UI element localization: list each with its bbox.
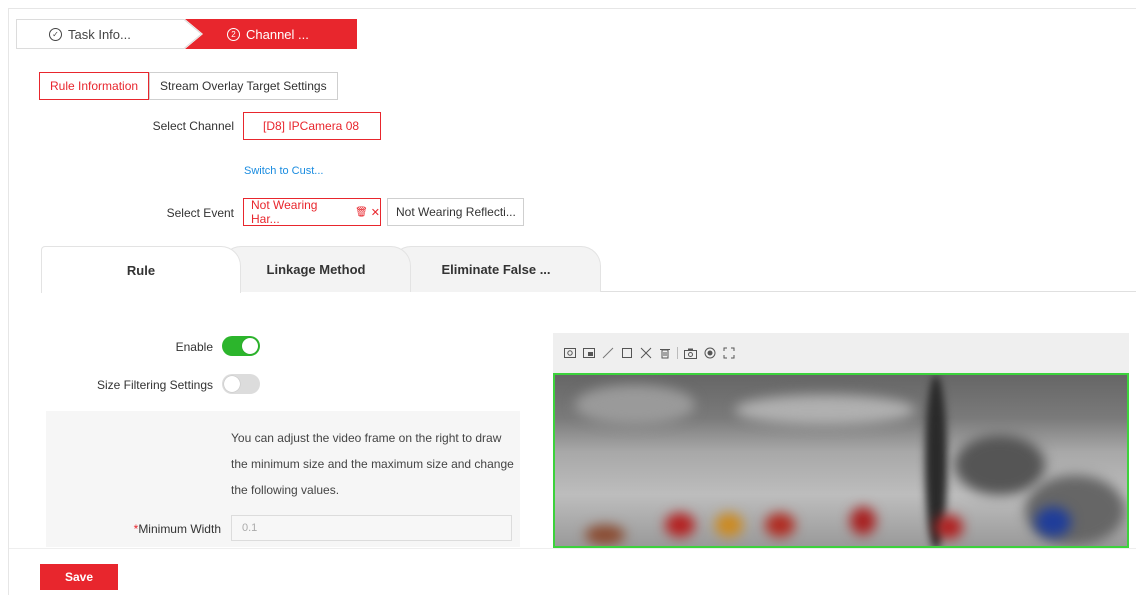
video-red-object xyxy=(935,515,963,539)
step-task-info[interactable]: ✓ Task Info... xyxy=(16,19,202,49)
video-red-object xyxy=(765,513,795,537)
select-channel-label: Select Channel xyxy=(152,119,234,133)
video-blue-object xyxy=(1035,507,1071,537)
toggle-knob xyxy=(242,338,258,354)
video-toolbar xyxy=(553,333,1129,373)
rule-tabs: Rule Linkage Method Eliminate False ... xyxy=(41,246,1136,293)
video-blur-region xyxy=(955,435,1045,495)
video-red-object xyxy=(665,513,695,537)
channel-select[interactable]: [D8] IPCamera 08 xyxy=(243,112,381,140)
draw-line-icon[interactable] xyxy=(601,347,614,360)
switch-to-custom-link[interactable]: Switch to Cust... xyxy=(244,165,323,177)
clear-icon[interactable] xyxy=(639,347,652,360)
footer-bar xyxy=(9,548,1136,595)
channel-select-value: [D8] IPCamera 08 xyxy=(263,119,360,133)
snapshot-frame-icon[interactable] xyxy=(563,347,576,360)
size-filter-note: You can adjust the video frame on the ri… xyxy=(231,431,514,497)
min-width-label: *Minimum Width xyxy=(120,522,221,536)
enable-toggle[interactable] xyxy=(222,336,260,356)
video-orange-object xyxy=(715,513,743,537)
step-number-icon: 2 xyxy=(227,27,240,41)
toolbar-divider xyxy=(677,347,678,359)
event-chip-label: Not Wearing Har... xyxy=(251,198,318,226)
tab-eliminate-false[interactable]: Eliminate False ... xyxy=(391,246,601,292)
video-blur-region xyxy=(575,385,695,425)
save-button[interactable]: Save xyxy=(40,564,118,590)
min-width-input[interactable]: 0.1 xyxy=(231,515,512,541)
trash-icon[interactable]: 🗑 xyxy=(355,207,368,218)
step-task-info-label: Task Info... xyxy=(68,26,131,42)
check-circle-icon: ✓ xyxy=(49,27,62,41)
event-chip-other[interactable]: Not Wearing Reflecti... xyxy=(387,198,524,226)
video-red-object xyxy=(850,507,876,535)
select-event-label: Select Event xyxy=(166,206,234,220)
event-chip-selected[interactable]: Not Wearing Har... 🗑 ✕ xyxy=(243,198,381,226)
size-filtering-label: Size Filtering Settings xyxy=(96,378,213,392)
picture-in-picture-icon[interactable] xyxy=(582,347,595,360)
close-icon[interactable]: ✕ xyxy=(371,206,380,219)
record-icon[interactable] xyxy=(703,347,716,360)
delete-icon[interactable] xyxy=(658,347,671,360)
tab-stream-overlay[interactable]: Stream Overlay Target Settings xyxy=(149,72,338,100)
step-channel[interactable]: 2 Channel ... xyxy=(185,19,357,49)
min-width-label-text: Minimum Width xyxy=(138,522,221,536)
tab-rule-information[interactable]: Rule Information xyxy=(39,72,150,100)
video-blur-region xyxy=(585,525,625,545)
sub-tabs: Rule Information Stream Overlay Target S… xyxy=(39,72,338,100)
enable-label: Enable xyxy=(175,340,213,354)
tab-linkage-method[interactable]: Linkage Method xyxy=(221,246,411,292)
event-chip-other-label: Not Wearing Reflecti... xyxy=(396,205,516,219)
size-filtering-toggle[interactable] xyxy=(222,374,260,394)
video-preview[interactable] xyxy=(553,373,1129,548)
draw-rectangle-icon[interactable] xyxy=(620,347,633,360)
fullscreen-icon[interactable] xyxy=(722,347,735,360)
step-channel-label: Channel ... xyxy=(246,26,309,42)
video-blur-region xyxy=(735,395,915,425)
tab-rule[interactable]: Rule xyxy=(41,246,241,293)
camera-icon[interactable] xyxy=(684,347,697,360)
toggle-knob xyxy=(224,376,240,392)
